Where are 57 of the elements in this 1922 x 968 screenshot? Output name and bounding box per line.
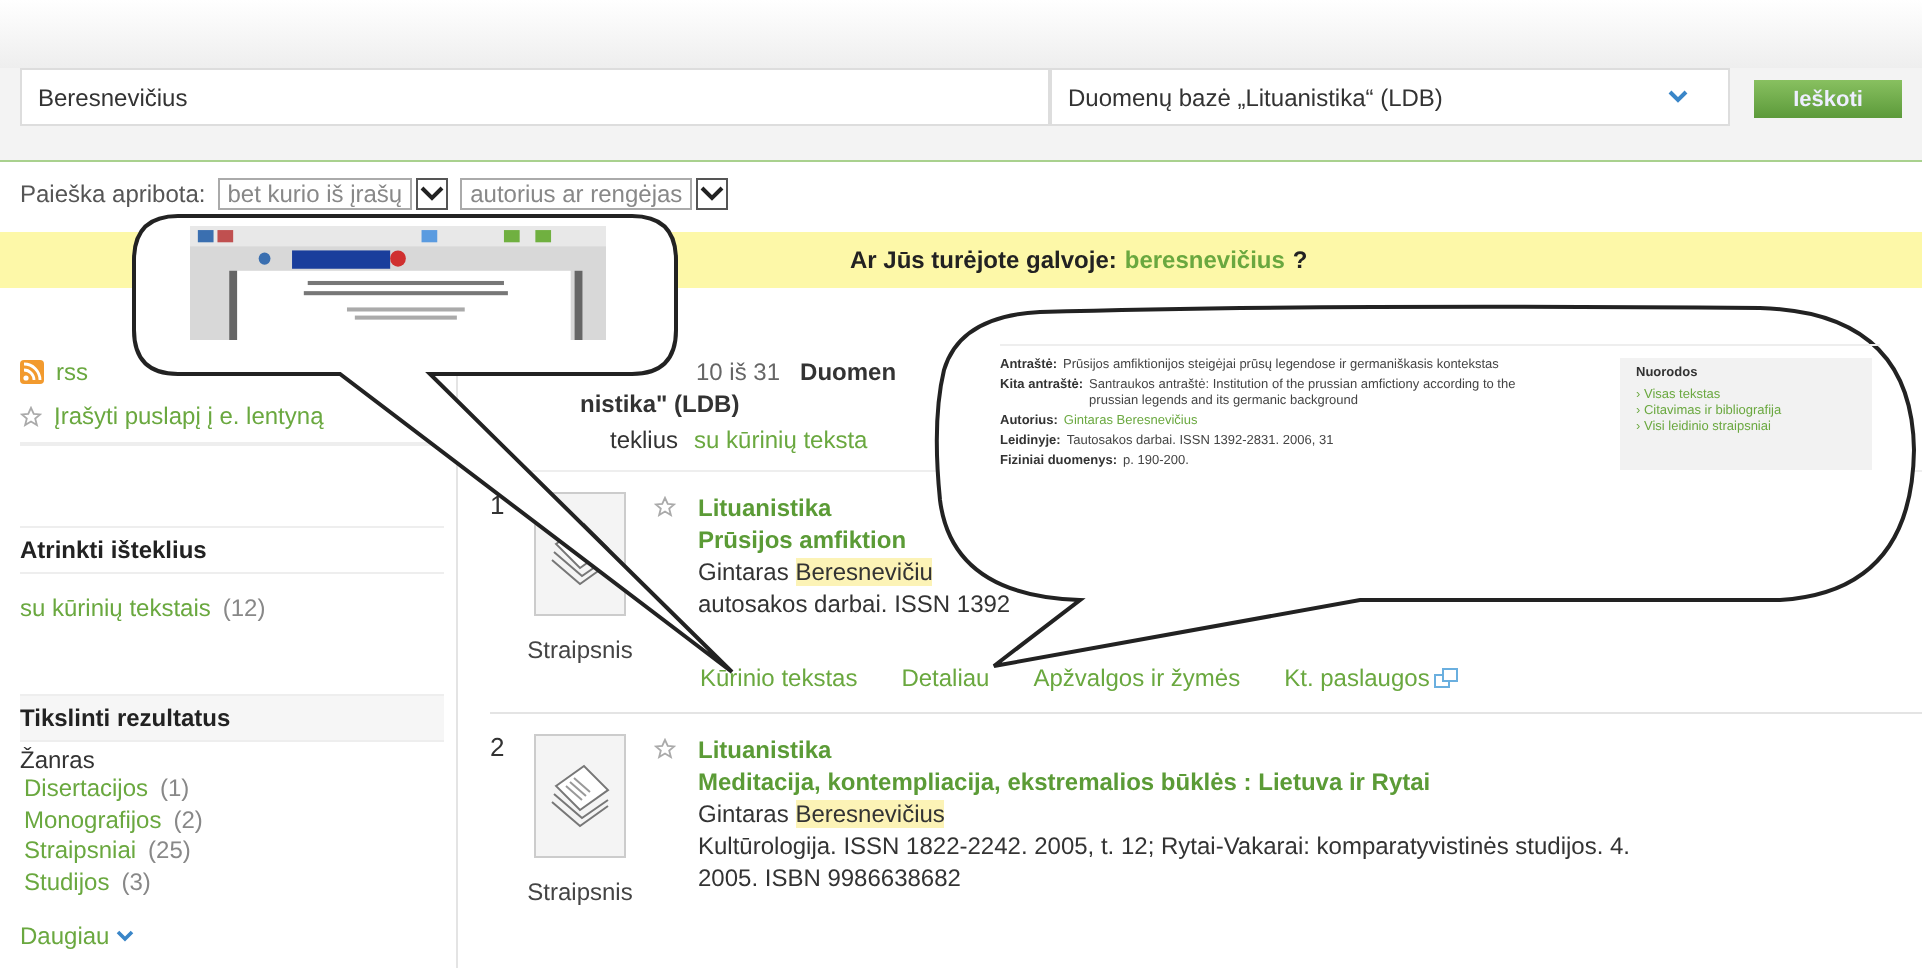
suggestion-link[interactable]: beresnevičius xyxy=(1124,246,1285,274)
suggestion-mark: ? xyxy=(1292,246,1308,274)
result-type: Straipsnis xyxy=(527,878,633,906)
facet-count: (25) xyxy=(148,836,191,864)
facet-link[interactable]: Studijos xyxy=(24,867,110,895)
limit-label: Paieška apribota: xyxy=(20,179,206,207)
section-title: Tikslinti rezultatus xyxy=(20,694,444,742)
result-database: Duomen xyxy=(800,358,897,390)
title-link[interactable]: Meditacija, kontempliacija, ekstremalios būklės : Lietuva ir Rytai xyxy=(698,766,1431,798)
author-name: Gintaras xyxy=(698,800,789,828)
section-title: Atrinkti išteklius xyxy=(20,526,444,574)
external-link-icon xyxy=(1433,668,1458,688)
search-button[interactable]: Ieškoti xyxy=(1754,80,1902,118)
star-icon[interactable] xyxy=(654,496,676,518)
star-icon[interactable] xyxy=(654,738,676,760)
role-select[interactable]: autorius ar rengėjas xyxy=(460,177,693,209)
save-to-shelf-link[interactable]: Įrašyti puslapį į e. lentyną xyxy=(54,402,324,430)
facet-link[interactable]: Disertacijos xyxy=(24,774,149,802)
result-number: 1 xyxy=(490,492,507,520)
result-database: nistika" (LDB) xyxy=(580,390,740,418)
result-type: Straipsnis xyxy=(527,636,633,664)
filter-label: teklius xyxy=(610,426,679,458)
facet-link[interactable]: Monografijos xyxy=(24,805,162,833)
chevron-down-icon xyxy=(1668,90,1688,104)
filter-count: (12) xyxy=(222,594,266,622)
filter-link[interactable]: su kūrinių teksta xyxy=(694,426,868,470)
source-text: 2005. ISBN 9986638682 xyxy=(698,862,961,894)
rss-icon xyxy=(20,360,44,384)
facet-label: Žanras xyxy=(20,746,97,774)
source-text: Kultūrologija. ISSN 1822-2242. 2005, t. 12; Rytai-Vakarai: komparatyvistinės studijos. 4. xyxy=(698,830,1631,862)
field-select[interactable]: bet kurio iš įrašų xyxy=(217,177,413,209)
author-highlight: Beresnevičiu xyxy=(795,558,933,586)
suggestion-text: Ar Jūs turėjote galvoje: xyxy=(850,246,1117,274)
article-icon xyxy=(534,734,626,858)
facet-count: (1) xyxy=(160,774,190,802)
result-range: 10 iš 31 xyxy=(696,358,781,390)
database-select[interactable]: Duomenų bazė „Lituanistika“ (LDB) xyxy=(1050,68,1730,126)
facet-count: (2) xyxy=(173,805,203,833)
facet-count: (3) xyxy=(121,867,151,895)
collection-link[interactable]: Lituanistika xyxy=(698,492,832,524)
rss-link[interactable]: rss xyxy=(56,358,88,386)
author-highlight: Beresnevičius xyxy=(795,800,945,828)
result-number: 2 xyxy=(490,734,507,762)
action-link[interactable]: Apžvalgos ir žymės xyxy=(1033,664,1241,692)
author-name: Gintaras xyxy=(698,558,789,586)
more-link[interactable]: Daugiau xyxy=(20,922,110,950)
facet-link[interactable]: Straipsniai xyxy=(24,836,137,864)
chevron-down-icon xyxy=(115,930,134,942)
filter-link[interactable]: su kūrinių tekstais xyxy=(20,594,211,622)
star-icon xyxy=(20,405,42,427)
action-link[interactable]: Kūrinio tekstas xyxy=(700,664,858,692)
action-link[interactable]: Kt. paslaugos xyxy=(1284,664,1430,692)
action-link[interactable]: Detaliau xyxy=(901,664,990,692)
search-field[interactable]: Beresnevičius xyxy=(20,68,1050,126)
title-link[interactable]: Prūsijos amfiktion xyxy=(698,524,907,556)
source-text: autosakos darbai. ISSN 1392 xyxy=(698,588,1011,620)
collection-link[interactable]: Lituanistika xyxy=(698,734,832,766)
